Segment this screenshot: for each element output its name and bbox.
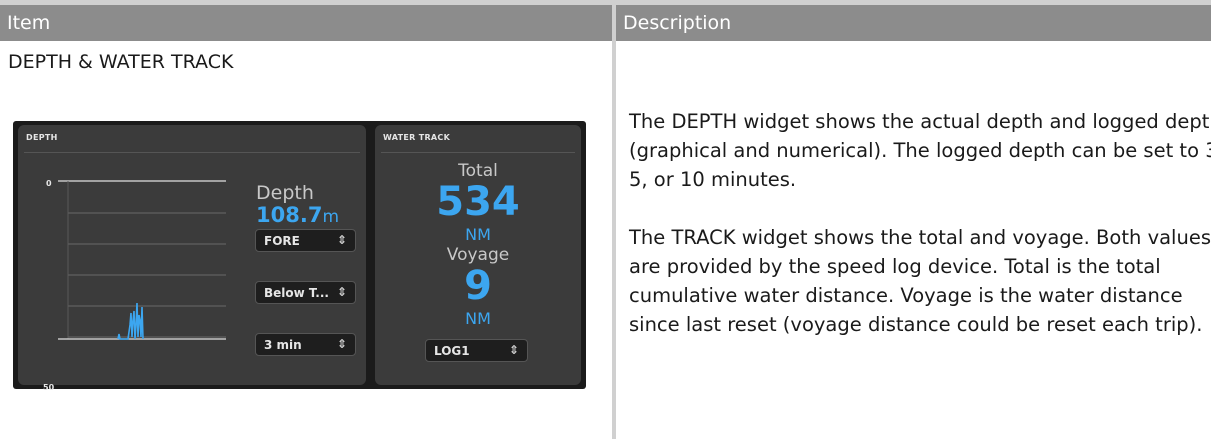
depth-trace [117,302,144,340]
depth-unit: m [322,207,339,227]
log-interval-select[interactable]: 3 min ⇕ [255,333,356,356]
chevron-updown-icon: ⇕ [508,343,519,357]
header-description: Description [614,0,1211,41]
total-value: 534 [436,179,520,225]
log-source-select-value: LOG1 [434,344,470,358]
divider [381,152,575,153]
log-source-select[interactable]: LOG1 ⇕ [425,339,528,362]
reference-select[interactable]: Below T... ⇕ [255,281,356,304]
depth-panel: DEPTH 0 50 Depth 108.7m FORE ⇕ Below T..… [18,125,366,392]
sensor-select-value: FORE [264,234,300,248]
voyage-value: 9 [464,263,492,309]
widget-screenshot: DEPTH 0 50 Depth 108.7m FORE ⇕ Below T..… [13,121,586,392]
total-unit: NM [465,225,491,244]
voyage-label: Voyage [446,245,510,265]
sensor-select[interactable]: FORE ⇕ [255,229,356,252]
document-page: Item Description DEPTH & WATER TRACK DEP… [0,0,1211,439]
depth-value: 108.7m [256,203,339,227]
item-description-table: Item Description DEPTH & WATER TRACK DEP… [0,0,1211,439]
reference-select-value: Below T... [264,286,329,300]
header-item: Item [0,0,616,41]
log-interval-select-value: 3 min [264,338,302,352]
water-track-panel-title: WATER TRACK [383,133,451,142]
table-header-row: Item Description [0,0,1211,41]
table-row: DEPTH & WATER TRACK DEPTH 0 50 Depth 108… [0,41,1211,439]
item-cell: DEPTH & WATER TRACK DEPTH 0 50 Depth 108… [0,41,616,439]
chevron-updown-icon: ⇕ [336,285,347,299]
chevron-updown-icon: ⇕ [336,233,347,247]
item-title: DEPTH & WATER TRACK [8,51,234,73]
description-text: The DEPTH widget shows the actual depth … [629,107,1211,368]
water-track-panel: WATER TRACK Total 534 NM Voyage 9 NM LOG… [375,125,581,385]
voyage-unit: NM [465,309,491,328]
track-description: The TRACK widget shows the total and voy… [629,226,1211,336]
depth-label: Depth [256,182,314,204]
total-label: Total [458,161,498,181]
description-cell: The DEPTH widget shows the actual depth … [614,41,1211,439]
chevron-updown-icon: ⇕ [336,337,347,351]
depth-description: The DEPTH widget shows the actual depth … [629,110,1211,191]
depth-number: 108.7 [256,203,323,227]
